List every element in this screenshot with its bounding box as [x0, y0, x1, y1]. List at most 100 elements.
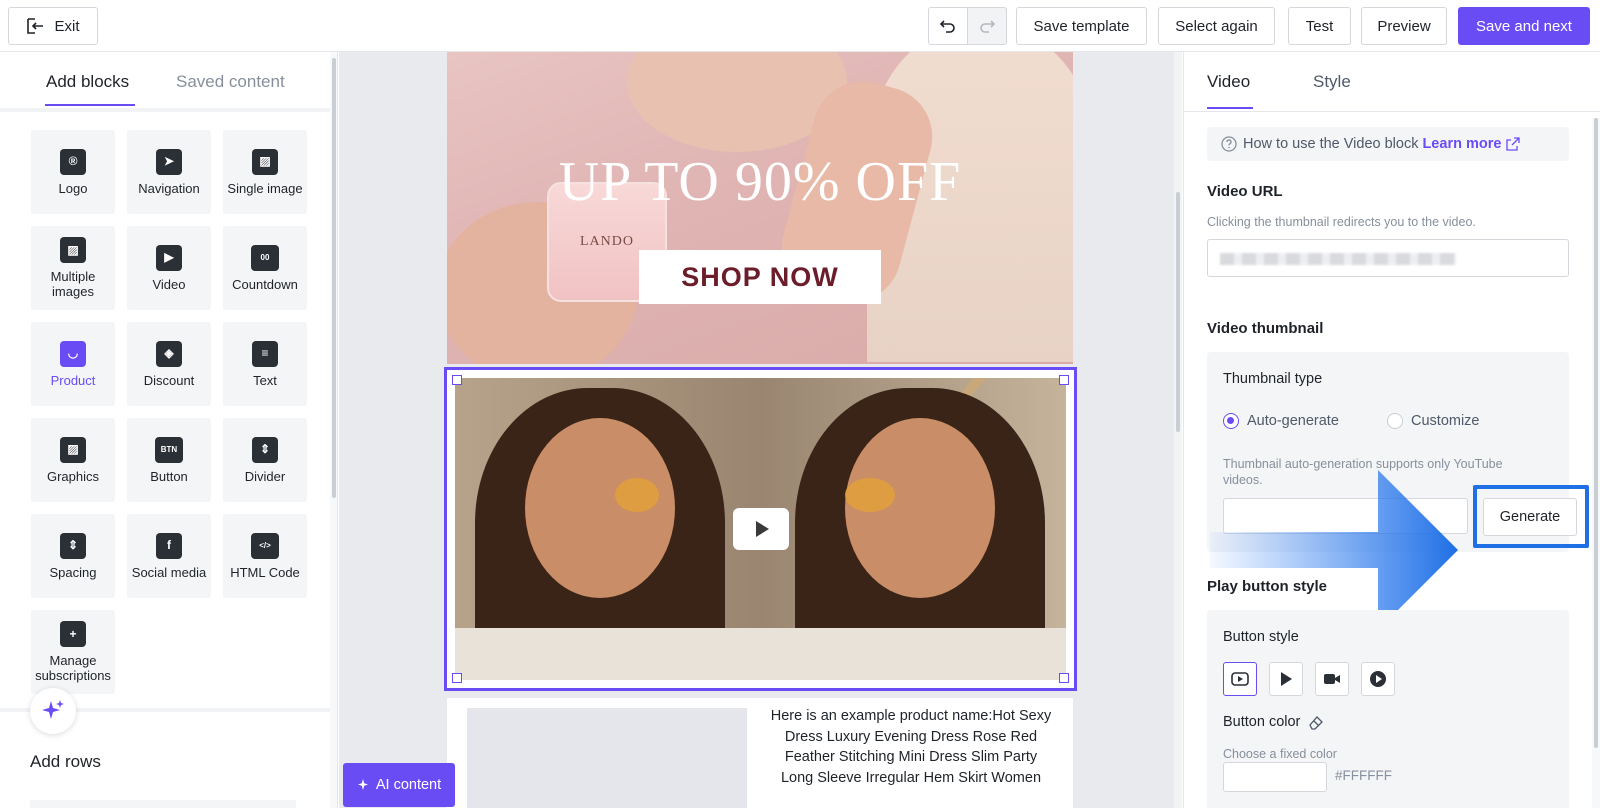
tab-style[interactable]: Style: [1313, 72, 1351, 92]
text-icon: ≡: [252, 340, 278, 367]
preview-button[interactable]: Preview: [1361, 7, 1447, 45]
tab-video[interactable]: Video: [1207, 72, 1250, 92]
tab-saved-content[interactable]: Saved content: [176, 72, 285, 92]
ai-sparkle-button[interactable]: [30, 688, 76, 734]
youtube-play-icon: [1231, 672, 1249, 686]
question-icon: [1221, 136, 1237, 152]
redo-button[interactable]: [967, 7, 1007, 45]
save-template-button[interactable]: Save template: [1016, 7, 1147, 45]
block-label: Divider: [244, 468, 286, 484]
block-label: Social media: [131, 564, 207, 580]
canvas-scrollbar-track: [1174, 52, 1182, 808]
block-html-code[interactable]: </> HTML Code: [223, 514, 307, 598]
generate-button[interactable]: Generate: [1483, 498, 1577, 536]
resize-handle-tr[interactable]: [1059, 375, 1069, 385]
top-toolbar: Exit Save template Select again Test Pre…: [0, 0, 1600, 52]
spacing-icon: ⇕: [60, 532, 86, 559]
code-icon: </>: [251, 532, 279, 559]
save-and-next-button[interactable]: Save and next: [1458, 7, 1590, 45]
resize-handle-tl[interactable]: [452, 375, 462, 385]
play-button[interactable]: [733, 508, 789, 550]
color-swatch[interactable]: [1223, 762, 1327, 792]
block-video[interactable]: ▶ Video: [127, 226, 211, 310]
style-option-circle[interactable]: [1361, 662, 1395, 696]
radio-auto-label[interactable]: Auto-generate: [1247, 413, 1339, 429]
learn-more-link[interactable]: Learn more: [1422, 136, 1501, 152]
block-label: Video: [152, 276, 186, 292]
tab-add-blocks[interactable]: Add blocks: [46, 72, 129, 92]
right-scrollbar-track: [1592, 118, 1600, 808]
row-placeholder: [30, 800, 296, 808]
right-scrollbar-thumb[interactable]: [1594, 118, 1598, 748]
undo-icon: [939, 20, 955, 33]
button-icon: BTN: [155, 436, 183, 463]
radio-customize[interactable]: [1387, 413, 1403, 429]
block-single-image[interactable]: ▨ Single image: [223, 130, 307, 214]
hero-headline: UP TO 90% OFF: [558, 151, 962, 213]
block-discount[interactable]: ◈ Discount: [127, 322, 211, 406]
right-panel: Video Style How to use the Video block L…: [1183, 52, 1600, 808]
style-option-camera[interactable]: [1315, 662, 1349, 696]
block-manage-subscriptions[interactable]: + Manage subscriptions: [31, 610, 115, 694]
block-text[interactable]: ≡ Text: [223, 322, 307, 406]
video-thumbnail[interactable]: [455, 378, 1066, 680]
undo-button[interactable]: [928, 7, 968, 45]
style-option-triangle[interactable]: [1269, 662, 1303, 696]
robe-shapes: [455, 628, 1066, 680]
exit-button[interactable]: Exit: [8, 7, 98, 45]
block-product[interactable]: ◡ Product: [31, 322, 115, 406]
block-label: Text: [253, 372, 277, 388]
video-block-selected[interactable]: [444, 367, 1077, 691]
play-button-panel: Button style Button color Choose a fixed…: [1207, 610, 1569, 808]
video-url-input[interactable]: [1207, 239, 1569, 277]
canvas-scrollbar-thumb[interactable]: [1176, 192, 1180, 432]
video-url-title: Video URL: [1207, 183, 1283, 200]
blurred-url-value: [1220, 253, 1456, 265]
block-graphics[interactable]: ▨ Graphics: [31, 418, 115, 502]
block-label: Multiple images: [50, 269, 96, 299]
select-again-button[interactable]: Select again: [1158, 7, 1275, 45]
hero-image[interactable]: LANDO UP TO 90% OFF SHOP NOW: [447, 52, 1073, 364]
redo-icon: [980, 20, 996, 33]
sparkle-icon: [42, 700, 64, 719]
divider-icon: ⇕: [252, 436, 278, 463]
facebook-icon: f: [156, 532, 182, 559]
radio-auto-generate[interactable]: [1223, 413, 1239, 429]
product-image-placeholder: [467, 708, 747, 808]
block-spacing[interactable]: ⇕ Spacing: [31, 514, 115, 598]
block-label: Manage subscriptions: [35, 653, 111, 683]
ai-content-button[interactable]: AI content: [343, 763, 455, 807]
tab-divider: [1184, 111, 1600, 112]
block-navigation[interactable]: ➤ Navigation: [127, 130, 211, 214]
play-circle-icon: [1370, 671, 1386, 687]
block-social-media[interactable]: f Social media: [127, 514, 211, 598]
block-multiple-images[interactable]: ▨ Multiple images: [31, 226, 115, 310]
tag-icon: ◈: [156, 340, 182, 367]
active-tab-indicator: [1207, 107, 1253, 109]
block-divider[interactable]: ⇕ Divider: [223, 418, 307, 502]
external-link-icon[interactable]: [1506, 137, 1521, 151]
block-logo[interactable]: ® Logo: [31, 130, 115, 214]
face-left: [525, 418, 675, 598]
left-scrollbar-thumb[interactable]: [332, 58, 336, 498]
block-label: HTML Code: [230, 564, 300, 580]
thumbnail-type-label: Thumbnail type: [1223, 371, 1323, 387]
resize-handle-br[interactable]: [1059, 673, 1069, 683]
graphics-icon: ▨: [60, 436, 86, 463]
video-camera-icon: [1324, 674, 1340, 684]
block-countdown[interactable]: 00 Countdown: [223, 226, 307, 310]
jar-brand: LANDO: [580, 234, 634, 249]
product-block[interactable]: Here is an example product name:Hot Sexy…: [447, 698, 1073, 808]
sparkle-icon: [357, 779, 368, 790]
eraser-icon[interactable]: [1308, 714, 1324, 730]
block-label: Graphics: [46, 468, 100, 484]
radio-customize-label[interactable]: Customize: [1411, 413, 1480, 429]
resize-handle-bl[interactable]: [452, 673, 462, 683]
help-text: How to use the Video block: [1243, 136, 1419, 152]
test-button[interactable]: Test: [1288, 7, 1351, 45]
block-button[interactable]: BTN Button: [127, 418, 211, 502]
block-label: Single image: [227, 180, 303, 196]
style-option-youtube[interactable]: [1223, 662, 1257, 696]
shop-now-button[interactable]: SHOP NOW: [639, 250, 881, 304]
help-bar: How to use the Video block Learn more: [1207, 127, 1569, 161]
